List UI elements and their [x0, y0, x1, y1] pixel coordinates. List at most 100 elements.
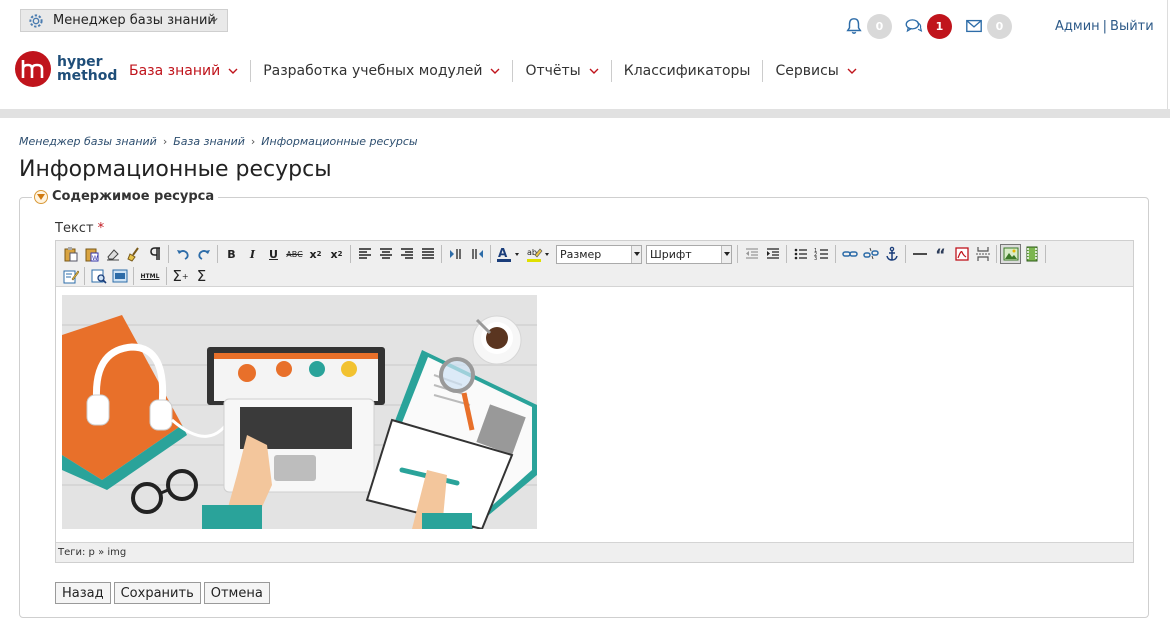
toolbar-separator	[441, 245, 442, 263]
align-center-icon[interactable]	[375, 244, 396, 264]
superscript-icon[interactable]: x2	[326, 244, 347, 264]
indent-icon[interactable]	[762, 244, 783, 264]
italic-icon[interactable]: I	[242, 244, 263, 264]
logout-link[interactable]: Выйти	[1110, 19, 1154, 34]
rtl-direction-icon[interactable]	[466, 244, 487, 264]
horizontal-rule-icon[interactable]	[909, 244, 930, 264]
bell-count-badge: 0	[867, 13, 892, 39]
text-field-label: Текст *	[55, 221, 104, 236]
toolbar-separator	[350, 245, 351, 263]
toolbar-separator	[217, 245, 218, 263]
cancel-button[interactable]: Отмена	[203, 582, 270, 604]
align-left-icon[interactable]	[354, 244, 375, 264]
unlink-icon[interactable]	[860, 244, 881, 264]
breadcrumb-item[interactable]: Менеджер базы знаний	[19, 135, 157, 148]
logo-text: hyper method	[57, 55, 117, 83]
paste-word-icon[interactable]: W	[81, 244, 102, 264]
link-icon[interactable]	[839, 244, 860, 264]
outdent-icon[interactable]	[741, 244, 762, 264]
notifications-bell[interactable]: 0	[845, 13, 892, 39]
bold-icon[interactable]: B	[221, 244, 242, 264]
underline-icon[interactable]: U	[263, 244, 284, 264]
align-right-icon[interactable]	[396, 244, 417, 264]
messages-chat[interactable]: 1	[905, 13, 952, 39]
nav-item-label: Разработка учебных модулей	[263, 63, 483, 79]
chevron-down-icon	[210, 18, 218, 23]
insert-image-icon[interactable]	[1000, 244, 1021, 264]
page-break-icon[interactable]	[972, 244, 993, 264]
svg-text:W: W	[92, 255, 98, 262]
toolbar-separator	[166, 267, 167, 285]
toolbar-separator	[168, 245, 169, 263]
sigma-icon[interactable]: Σ	[191, 266, 212, 286]
editor-toolbar: W B I U ABC x2 x2 A ab Размер Шрифт 1 2 …	[56, 241, 1133, 287]
nav-item-reports[interactable]: Отчёты	[512, 60, 610, 82]
html-source-label: HTML	[140, 272, 160, 280]
back-button[interactable]: Назад	[55, 582, 111, 604]
align-justify-icon[interactable]	[417, 244, 438, 264]
triangle-down-icon	[37, 193, 45, 200]
breadcrumb-item[interactable]: Информационные ресурсы	[261, 135, 417, 148]
mail-icon	[966, 19, 982, 33]
cleanup-broom-icon[interactable]	[123, 244, 144, 264]
logo-hm-icon	[21, 60, 44, 78]
required-mark: *	[97, 221, 105, 236]
user-name-link[interactable]: Админ	[1055, 19, 1100, 34]
logo[interactable]: hyper method	[15, 51, 117, 87]
chevron-down-icon	[721, 245, 731, 263]
nav-item-label: Отчёты	[525, 63, 581, 79]
user-links: Админ | Выйти	[1055, 19, 1154, 34]
toolbar-separator	[786, 245, 787, 263]
insert-pdf-icon[interactable]	[951, 244, 972, 264]
font-family-select[interactable]: Шрифт	[646, 244, 732, 264]
role-selector[interactable]: Менеджер базы знаний	[20, 9, 228, 32]
insert-formula-icon[interactable]: Σ +	[170, 266, 191, 286]
subscript-icon[interactable]: x2	[305, 244, 326, 264]
bullet-list-icon[interactable]	[790, 244, 811, 264]
edit-form-icon[interactable]	[60, 266, 81, 286]
text-color-icon[interactable]: A	[494, 244, 524, 264]
redo-icon[interactable]	[193, 244, 214, 264]
nav-item-services[interactable]: Сервисы	[762, 60, 868, 82]
nav-item-label: Сервисы	[775, 63, 839, 79]
nav-item-module-development[interactable]: Разработка учебных модулей	[250, 60, 512, 82]
mail-inbox[interactable]: 0	[965, 13, 1012, 39]
toolbar-row-1: W B I U ABC x2 x2 A ab Размер Шрифт 1 2 …	[60, 243, 1049, 265]
anchor-icon[interactable]	[881, 244, 902, 264]
save-button[interactable]: Сохранить	[113, 582, 201, 604]
paste-icon[interactable]	[60, 244, 81, 264]
html-source-button[interactable]: HTML	[137, 266, 163, 286]
content-illustration[interactable]	[62, 295, 537, 529]
section-collapse-toggle[interactable]	[34, 189, 48, 204]
nav-item-knowledge-base[interactable]: База знаний	[129, 60, 250, 82]
breadcrumb-item[interactable]: База знаний	[173, 135, 245, 148]
logo-text-line1: hyper	[57, 54, 103, 70]
breadcrumb-separator: ›	[250, 135, 256, 148]
user-links-separator: |	[1102, 18, 1108, 34]
highlight-color-icon[interactable]: ab	[524, 244, 554, 264]
chat-count-badge: 1	[927, 13, 952, 39]
toolbar-separator	[490, 245, 491, 263]
undo-icon[interactable]	[172, 244, 193, 264]
editor-content-area[interactable]	[56, 288, 1133, 543]
svg-text:A: A	[498, 246, 508, 260]
toolbar-row-2: HTML Σ + Σ	[60, 265, 212, 287]
toolbar-separator	[737, 245, 738, 263]
pilcrow-icon[interactable]	[144, 244, 165, 264]
ltr-direction-icon[interactable]	[445, 244, 466, 264]
select-all-icon[interactable]	[109, 266, 130, 286]
blockquote-icon[interactable]: “	[930, 244, 951, 264]
resource-content-section: Содержимое ресурса Текст * W B I U ABC x…	[19, 189, 1149, 618]
strikethrough-icon[interactable]: ABC	[284, 244, 305, 264]
rich-text-editor: W B I U ABC x2 x2 A ab Размер Шрифт 1 2 …	[55, 240, 1134, 563]
form-buttons: Назад Сохранить Отмена	[55, 582, 273, 604]
nav-item-classifiers[interactable]: Классификаторы	[610, 60, 763, 82]
numbered-list-icon[interactable]: 123	[811, 244, 832, 264]
find-replace-icon[interactable]	[88, 266, 109, 286]
toolbar-separator	[835, 245, 836, 263]
gear-icon	[29, 13, 43, 28]
insert-media-icon[interactable]	[1021, 244, 1042, 264]
breadcrumb: Менеджер базы знаний › База знаний › Информа…	[19, 135, 418, 148]
eraser-icon[interactable]	[102, 244, 123, 264]
font-size-select[interactable]: Размер	[556, 244, 642, 264]
